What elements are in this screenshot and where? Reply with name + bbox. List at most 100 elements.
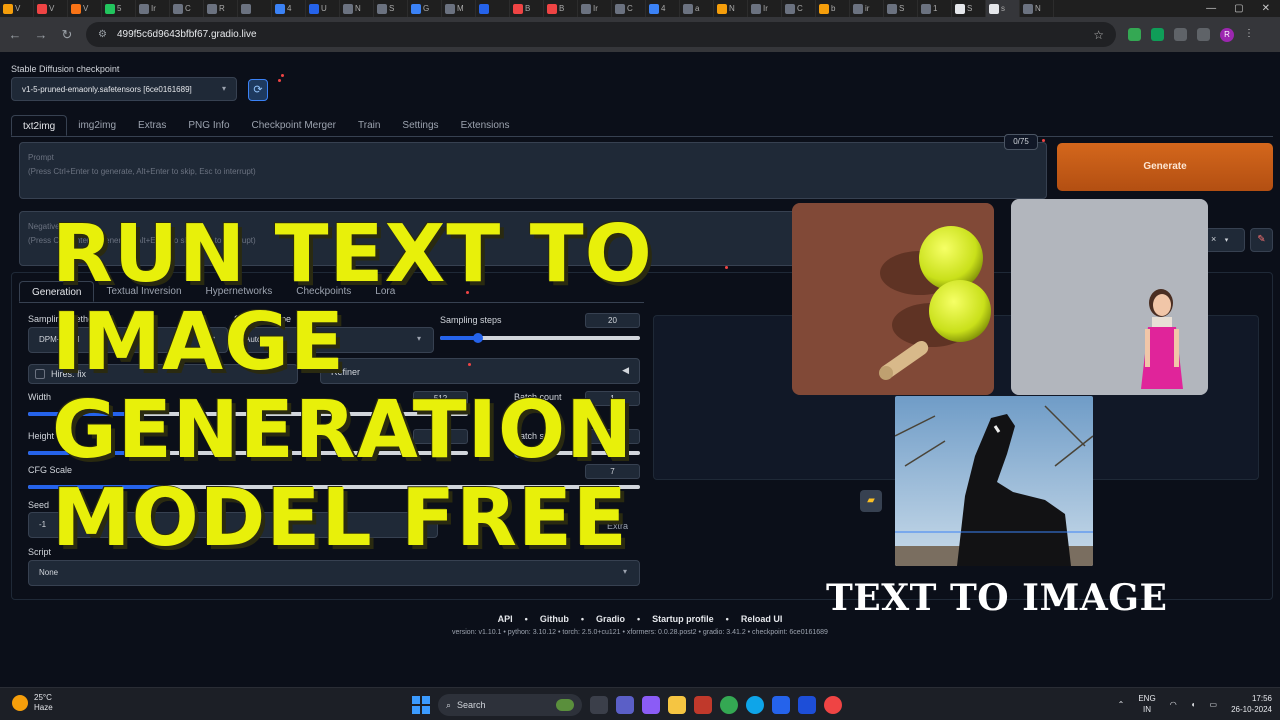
script-label: Script xyxy=(28,547,52,557)
photos-icon[interactable] xyxy=(798,696,816,714)
edit-styles-button[interactable]: ✎ xyxy=(1250,228,1273,252)
address-bar[interactable]: ⚙ 499f5c6d9643bfbf67.gradio.live ☆ xyxy=(86,22,1116,47)
browser-tab[interactable]: U xyxy=(306,0,340,17)
browser-tab[interactable]: C xyxy=(782,0,816,17)
downloads-icon[interactable] xyxy=(1197,28,1210,41)
tab-favicon-icon xyxy=(3,3,13,14)
tab-favicon-icon xyxy=(173,3,183,14)
close-icon[interactable]: ✕ xyxy=(1262,3,1270,14)
tab-train[interactable]: Train xyxy=(347,115,391,136)
media-player-icon[interactable] xyxy=(824,696,842,714)
extensions-bar: R ⋮ xyxy=(1128,27,1254,42)
forward-icon[interactable]: → xyxy=(34,27,48,42)
clear-icon[interactable]: × xyxy=(1211,234,1216,244)
browser-tab[interactable]: Ir xyxy=(748,0,782,17)
browser-tab[interactable]: N xyxy=(714,0,748,17)
footer-link[interactable]: Startup profile xyxy=(652,614,714,624)
puzzle-icon[interactable] xyxy=(1174,28,1187,41)
browser-tab[interactable]: 5 xyxy=(102,0,136,17)
vscode-icon[interactable] xyxy=(772,696,790,714)
footer-link[interactable]: Github xyxy=(540,614,569,624)
wifi-icon[interactable]: ◠ xyxy=(1170,700,1177,709)
site-info-icon[interactable]: ⚙ xyxy=(98,29,107,40)
footer-link[interactable]: Reload UI xyxy=(741,614,783,624)
tab-extensions[interactable]: Extensions xyxy=(450,115,521,136)
tab-favicon-icon xyxy=(37,3,47,14)
browser-tab[interactable]: Ir xyxy=(578,0,612,17)
tab-png-info[interactable]: PNG Info xyxy=(177,115,240,136)
checkpoint-dropdown[interactable]: v1-5-pruned-emaonly.safetensors [6ce0161… xyxy=(11,77,237,101)
profile-avatar[interactable]: R xyxy=(1220,27,1234,42)
browser-tab[interactable]: M xyxy=(442,0,476,17)
browser-tab[interactable]: B xyxy=(510,0,544,17)
tab-title: 1 xyxy=(933,4,938,13)
browser-tab[interactable]: S xyxy=(884,0,918,17)
minimize-icon[interactable]: — xyxy=(1206,3,1216,14)
teams-icon[interactable] xyxy=(616,696,634,714)
chevron-up-icon[interactable]: ⌃ xyxy=(1118,700,1125,709)
styles-dropdown[interactable]: × ▾ xyxy=(1205,228,1245,252)
checkbox-box[interactable] xyxy=(35,369,45,379)
browser-tab[interactable]: N xyxy=(340,0,374,17)
weather-widget[interactable]: 25°C Haze xyxy=(12,693,53,713)
chrome-icon[interactable] xyxy=(720,696,738,714)
prompt-input[interactable]: Prompt (Press Ctrl+Enter to generate, Al… xyxy=(19,142,1047,199)
footer-link[interactable]: Gradio xyxy=(596,614,625,624)
browser-tab[interactable]: ir xyxy=(850,0,884,17)
maximize-icon[interactable]: ▢ xyxy=(1234,3,1243,14)
clock[interactable]: 17:56 26-10-2024 xyxy=(1231,693,1272,715)
browser-tab[interactable]: B xyxy=(544,0,578,17)
browser-tab[interactable]: V xyxy=(68,0,102,17)
browser-tab[interactable]: s xyxy=(986,0,1020,17)
footer-link[interactable]: API xyxy=(498,614,513,624)
language-indicator[interactable]: ENG IN xyxy=(1138,693,1155,715)
browser-tab[interactable]: R xyxy=(204,0,238,17)
app-icon[interactable] xyxy=(694,696,712,714)
edge-icon[interactable] xyxy=(746,696,764,714)
tab-extras[interactable]: Extras xyxy=(127,115,177,136)
browser-tab[interactable] xyxy=(476,0,510,17)
browser-tab[interactable]: S xyxy=(374,0,408,17)
tab-checkpoint-merger[interactable]: Checkpoint Merger xyxy=(241,115,347,136)
bookmark-star-icon[interactable]: ☆ xyxy=(1093,28,1104,42)
volume-icon[interactable]: ◖ xyxy=(1191,700,1196,709)
file-explorer-icon[interactable] xyxy=(668,696,686,714)
browser-tab[interactable]: C xyxy=(170,0,204,17)
generate-button[interactable]: Generate xyxy=(1057,143,1273,191)
cursor-mark xyxy=(278,79,281,82)
task-view-icon[interactable] xyxy=(590,696,608,714)
browser-tab[interactable]: b xyxy=(816,0,850,17)
browser-tab[interactable]: S xyxy=(952,0,986,17)
browser-tab[interactable]: 4 xyxy=(646,0,680,17)
windows-start-icon[interactable] xyxy=(412,696,430,714)
window-controls: — ▢ ✕ xyxy=(1206,3,1280,14)
refresh-checkpoint-button[interactable]: ⟳ xyxy=(248,79,268,101)
menu-icon[interactable]: ⋮ xyxy=(1244,28,1254,41)
battery-icon[interactable]: ▭ xyxy=(1210,700,1218,709)
copilot-icon[interactable] xyxy=(642,696,660,714)
separator: • xyxy=(524,614,528,624)
browser-tab[interactable] xyxy=(238,0,272,17)
taskbar-search[interactable]: ⌕ Search xyxy=(438,694,582,716)
back-icon[interactable]: ← xyxy=(8,27,22,42)
browser-tab[interactable]: C xyxy=(612,0,646,17)
browser-tab[interactable]: Ir xyxy=(136,0,170,17)
browser-tab[interactable]: a xyxy=(680,0,714,17)
tab-txt2img[interactable]: txt2img xyxy=(11,115,68,136)
reload-icon[interactable]: ↻ xyxy=(60,27,74,43)
browser-tab[interactable]: V xyxy=(34,0,68,17)
browser-tab[interactable]: V xyxy=(0,0,34,17)
tab-img2img[interactable]: img2img xyxy=(67,115,127,136)
extension-icon[interactable] xyxy=(1151,28,1164,41)
open-folder-button[interactable]: ▰ xyxy=(860,490,882,512)
browser-tab[interactable]: G xyxy=(408,0,442,17)
extension-icon[interactable] xyxy=(1128,28,1141,41)
browser-tab[interactable]: 4 xyxy=(272,0,306,17)
browser-tab[interactable]: N xyxy=(1020,0,1054,17)
tab-favicon-icon xyxy=(547,3,557,14)
system-tray: ⌃ ENG IN ◠ ◖ ▭ 17:56 26-10-2024 xyxy=(1118,693,1272,715)
time: 17:56 xyxy=(1251,694,1272,703)
tab-settings[interactable]: Settings xyxy=(391,115,449,136)
browser-tab[interactable]: 1 xyxy=(918,0,952,17)
tab-title: ir xyxy=(865,4,870,13)
